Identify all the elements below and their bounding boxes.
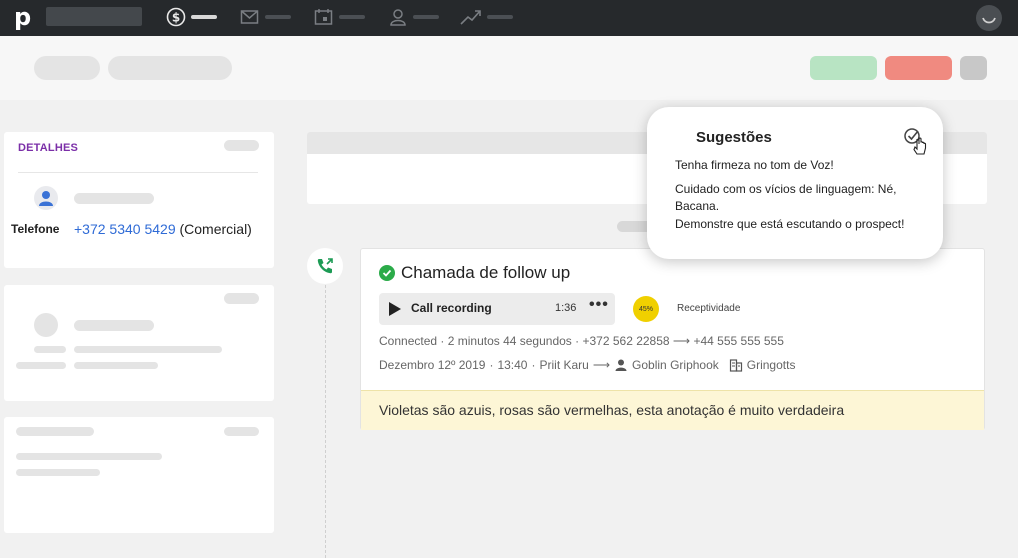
- done-check-icon[interactable]: [379, 265, 395, 281]
- arrow-right-icon: ⟶: [672, 334, 691, 348]
- app-logo[interactable]: p: [14, 4, 31, 30]
- person-glyph-icon: [39, 191, 53, 206]
- suggestions-title: Sugestões: [696, 129, 772, 146]
- text-placeholder: [16, 427, 94, 436]
- call-activity-card: Chamada de follow up Call recording 1:36…: [360, 248, 985, 430]
- activity-note: Violetas são azuis, rosas são vermelhas,…: [361, 390, 984, 430]
- phone-value: +372 5340 5429 (Comercial): [74, 221, 252, 237]
- timeline-line: [325, 285, 326, 558]
- text-placeholder: [224, 427, 259, 436]
- deal-title-placeholder: [108, 56, 232, 80]
- call-date: Dezembro 12º 2019: [379, 358, 486, 372]
- suggestion-item: Tenha firmeza no tom de Voz!: [675, 158, 834, 172]
- call-time: 13:40: [497, 358, 528, 372]
- nav-item-deals[interactable]: $: [166, 7, 217, 27]
- nav-label-activities: [339, 15, 365, 19]
- nav-label-deals: [191, 15, 217, 19]
- hand-cursor-icon: [913, 137, 927, 155]
- svg-text:$: $: [172, 11, 180, 25]
- arrow-right-icon: ⟶: [592, 358, 611, 372]
- person-name-placeholder: [74, 193, 154, 204]
- person-card-action-placeholder: [224, 293, 259, 304]
- receptivity-label: Receptividade: [677, 303, 741, 314]
- calendar-icon: [314, 9, 333, 25]
- phone-type: (Comercial): [179, 221, 252, 237]
- more-icon[interactable]: •••: [589, 296, 609, 314]
- phone-number-link[interactable]: +372 5340 5429: [74, 221, 176, 237]
- recording-duration: 1:36: [555, 302, 577, 314]
- checkmark-icon: [382, 269, 392, 277]
- recording-label: Call recording: [411, 301, 492, 315]
- contacts-icon: [390, 9, 406, 26]
- phone-label: Telefone: [11, 222, 60, 236]
- nav-label-contacts: [413, 15, 439, 19]
- timeline-call-marker: [307, 248, 343, 284]
- call-organization[interactable]: Gringotts: [747, 358, 796, 372]
- text-placeholder: [34, 346, 66, 353]
- lost-button[interactable]: [885, 56, 952, 80]
- details-edit-placeholder[interactable]: [224, 140, 259, 151]
- person-icon: [615, 359, 627, 371]
- top-navigation: p $: [0, 0, 1018, 36]
- nav-item-mail[interactable]: [240, 7, 291, 27]
- text-placeholder: [16, 453, 162, 460]
- text-placeholder: [74, 362, 158, 369]
- more-options-button[interactable]: [960, 56, 987, 80]
- organization-icon: [729, 359, 742, 372]
- suggestion-item: Demonstre que está escutando o prospect!: [675, 217, 905, 231]
- check-circle-icon: [904, 128, 927, 155]
- smile-icon: [982, 17, 996, 24]
- suggestion-item: Cuidado com os vícios de linguagem: Né, …: [675, 182, 897, 213]
- nav-item-activities[interactable]: [314, 7, 365, 27]
- mail-icon: [240, 10, 259, 24]
- trending-icon: [460, 10, 481, 25]
- breadcrumb[interactable]: [34, 56, 100, 80]
- call-owner[interactable]: Priit Karu: [539, 358, 588, 372]
- suggestions-popup: Sugestões Tenha firmeza no tom de Voz! C…: [647, 107, 943, 259]
- call-recording-player[interactable]: Call recording 1:36 •••: [379, 293, 615, 325]
- activity-title: Chamada de follow up: [401, 263, 571, 282]
- call-meta-line: Connected · 2 minutos 44 segundos · +372…: [379, 334, 784, 348]
- avatar-placeholder: [34, 313, 58, 337]
- nav-label-mail: [265, 15, 291, 19]
- call-duration: 2 minutos 44 segundos: [447, 334, 572, 348]
- person-icon: [34, 186, 58, 210]
- text-placeholder: [74, 320, 154, 331]
- nav-item-insights[interactable]: [460, 7, 513, 27]
- text-placeholder: [16, 362, 66, 369]
- won-button[interactable]: [810, 56, 877, 80]
- call-contact[interactable]: Goblin Griphook: [632, 358, 719, 372]
- search-input[interactable]: [46, 7, 142, 26]
- text-placeholder: [74, 346, 222, 353]
- play-icon[interactable]: [389, 302, 401, 316]
- receptivity-score-badge: 45%: [633, 296, 659, 322]
- call-to-number: +44 555 555 555: [693, 334, 784, 348]
- call-status: Connected: [379, 334, 438, 348]
- call-from-number: +372 562 22858: [582, 334, 670, 348]
- details-title: DETALHES: [18, 142, 79, 154]
- nav-label-insights: [487, 15, 513, 19]
- dollar-icon: $: [166, 7, 186, 27]
- divider: [18, 172, 258, 173]
- phone-call-icon: [317, 258, 333, 274]
- call-details-line: Dezembro 12º 2019 · 13:40 · Priit Karu ⟶ G…: [379, 358, 796, 372]
- user-avatar[interactable]: [976, 5, 1002, 31]
- text-placeholder: [16, 469, 100, 476]
- nav-item-contacts[interactable]: [388, 7, 439, 27]
